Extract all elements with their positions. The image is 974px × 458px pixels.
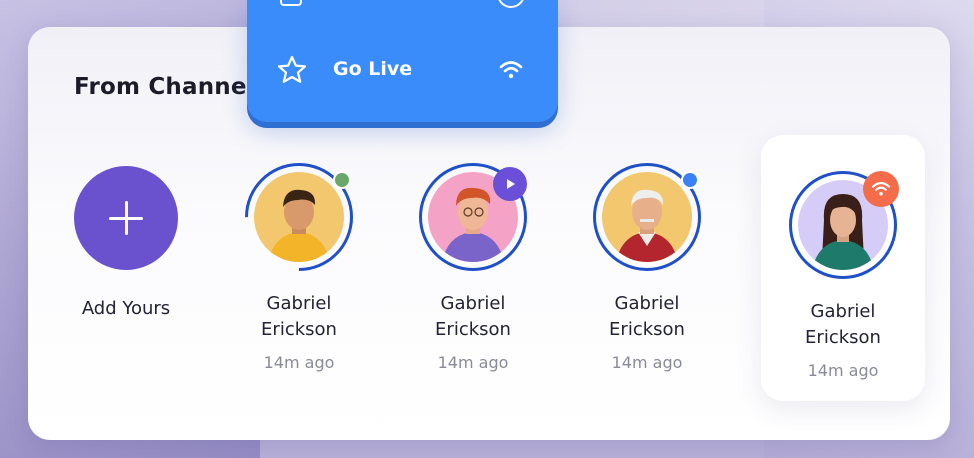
story-item[interactable]: Gabriel Erickson 14m ago — [222, 140, 376, 372]
online-status-dot — [681, 171, 699, 189]
story-name: Gabriel Erickson — [261, 293, 337, 340]
star-icon — [277, 55, 307, 83]
story-name: Gabriel Erickson — [609, 293, 685, 340]
avatar-photo — [602, 172, 692, 262]
story-item[interactable]: Gabriel Erickson 14m ago — [577, 163, 717, 372]
story-time: 14m ago — [437, 353, 509, 372]
wifi-icon — [499, 61, 523, 79]
story-item[interactable]: Gabriel Erickson 14m ago — [773, 171, 913, 380]
add-story-label: Add Yours — [81, 298, 171, 319]
section-title: From Channels — [74, 74, 269, 100]
avatar[interactable] — [789, 171, 899, 279]
add-story-button[interactable] — [74, 166, 178, 270]
story-time: 14m ago — [807, 361, 879, 380]
story-time: 14m ago — [611, 353, 683, 372]
avatar[interactable] — [222, 140, 376, 294]
avatar-photo — [254, 172, 344, 262]
story-name: Gabriel Erickson — [435, 293, 511, 340]
dropdown-menu: Go Live — [247, 0, 558, 122]
menu-previous-item-trailing-icon — [497, 0, 525, 8]
wifi-icon — [871, 181, 891, 196]
story-item[interactable]: Gabriel Erickson 14m ago — [403, 163, 543, 372]
story-name: Gabriel Erickson — [805, 301, 881, 348]
add-story[interactable]: Add Yours — [56, 166, 196, 319]
play-icon — [507, 179, 515, 189]
menu-item-go-live[interactable]: Go Live — [247, 50, 558, 90]
menu-item-label: Go Live — [333, 58, 413, 80]
video-badge — [493, 167, 527, 201]
avatar[interactable] — [593, 163, 701, 271]
story-time: 14m ago — [263, 353, 335, 372]
avatar[interactable] — [419, 163, 527, 271]
plus-icon-vertical — [125, 201, 128, 235]
live-badge — [863, 171, 899, 207]
online-status-dot — [333, 171, 351, 189]
menu-previous-item-icon — [280, 0, 302, 6]
